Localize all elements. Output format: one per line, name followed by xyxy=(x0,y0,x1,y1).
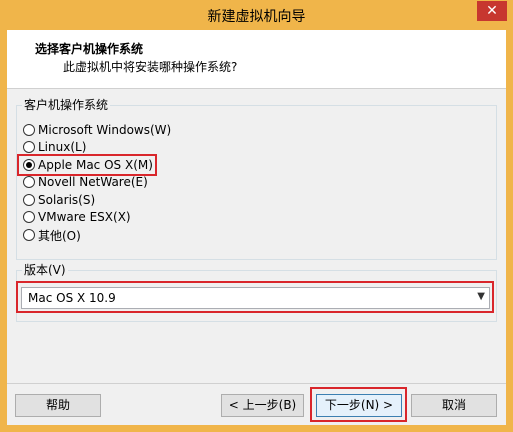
wizard-header: 选择客户机操作系统 此虚拟机中将安装哪种操作系统? xyxy=(7,30,506,89)
page-title: 选择客户机操作系统 xyxy=(35,42,144,56)
page-subtitle: 此虚拟机中将安装哪种操作系统? xyxy=(63,60,238,74)
back-button[interactable]: < 上一步(B) xyxy=(221,394,304,417)
os-option-label: Solaris(S) xyxy=(38,193,96,207)
radio-button[interactable] xyxy=(23,176,35,188)
os-option-label: VMware ESX(X) xyxy=(38,210,131,224)
os-option-esx[interactable]: VMware ESX(X) xyxy=(23,209,131,225)
os-option-other[interactable]: 其他(O) xyxy=(23,227,81,243)
window-title: 新建虚拟机向导 xyxy=(207,9,306,25)
close-button[interactable]: ✕ xyxy=(477,1,507,21)
radio-button[interactable] xyxy=(23,211,35,223)
close-icon: ✕ xyxy=(486,3,498,19)
cancel-button[interactable]: 取消 xyxy=(411,394,497,417)
dialog-body: 选择客户机操作系统 此虚拟机中将安装哪种操作系统? 客户机操作系统 Micros… xyxy=(7,30,506,425)
version-select-highlight xyxy=(16,281,494,313)
os-option-label: 其他(O) xyxy=(38,228,81,243)
radio-button[interactable] xyxy=(23,194,35,206)
next-button-highlight xyxy=(310,387,407,422)
wizard-window: 新建虚拟机向导 ✕ 选择客户机操作系统 此虚拟机中将安装哪种操作系统? 客户机操… xyxy=(0,0,513,432)
os-option-label: Novell NetWare(E) xyxy=(38,175,148,189)
help-button[interactable]: 帮助 xyxy=(15,394,101,417)
divider xyxy=(7,383,506,384)
radio-button[interactable] xyxy=(23,141,35,153)
os-option-linux[interactable]: Linux(L) xyxy=(23,139,86,155)
os-option-netware[interactable]: Novell NetWare(E) xyxy=(23,174,148,190)
mac-option-highlight xyxy=(17,154,157,176)
os-option-label: Linux(L) xyxy=(38,140,87,154)
os-option-label: Microsoft Windows(W) xyxy=(38,123,172,137)
guest-os-group-label: 客户机操作系统 xyxy=(22,96,111,113)
title-bar[interactable]: 新建虚拟机向导 ✕ xyxy=(0,0,513,30)
radio-button[interactable] xyxy=(23,124,35,136)
os-option-windows[interactable]: Microsoft Windows(W) xyxy=(23,122,171,138)
version-group-label: 版本(V) xyxy=(22,261,68,278)
os-option-solaris[interactable]: Solaris(S) xyxy=(23,192,95,208)
radio-button[interactable] xyxy=(23,229,35,241)
